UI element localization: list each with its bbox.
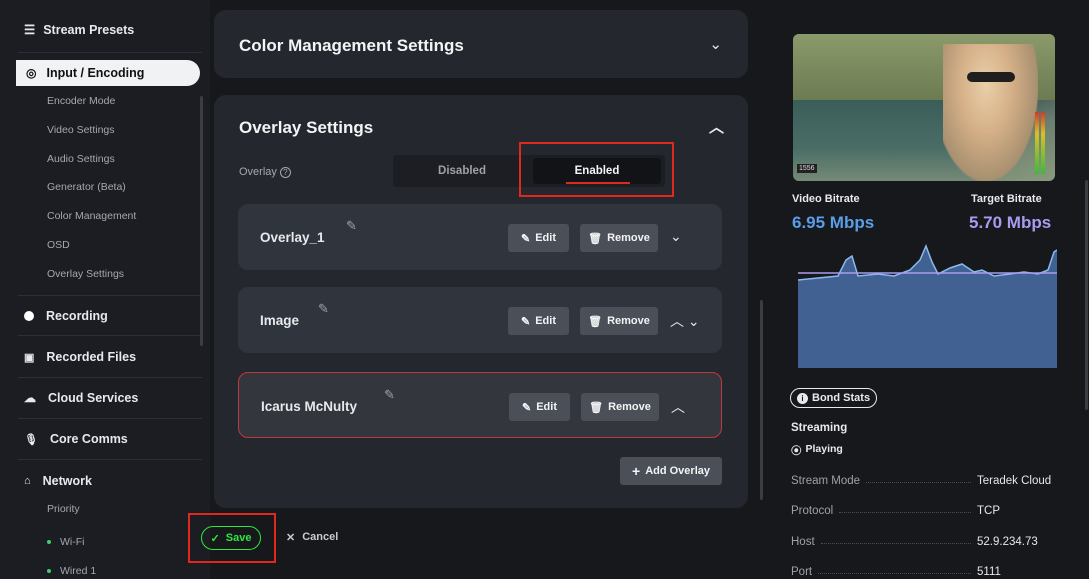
sidebar-divider <box>18 52 202 53</box>
chevron-up-down-icon[interactable]: ︿ ⌄ <box>670 311 700 331</box>
sidebar-item-audio-settings[interactable]: Audio Settings <box>47 153 115 165</box>
sidebar-header-stream-presets[interactable]: ☰ Stream Presets <box>24 22 134 38</box>
add-overlay-button[interactable]: + Add Overlay <box>620 457 722 485</box>
bitrate-graph <box>798 243 1057 368</box>
file-icon: ▣ <box>24 351 35 364</box>
audio-meter-left <box>1035 112 1039 174</box>
sidebar-item-wired-1[interactable]: Wired 1 <box>47 565 96 577</box>
overlay-name: Image <box>260 313 300 328</box>
rename-pencil-icon[interactable]: ✎ <box>384 387 395 403</box>
overlay-item[interactable]: Overlay_1 ✎ ✎ Edit 🗑 Remove ⌄ <box>238 204 722 270</box>
overlay-name: Icarus McNulty <box>261 399 358 414</box>
sidebar-item-generator[interactable]: Generator (Beta) <box>47 181 126 193</box>
stat-row-host: Host 52.9.234.73 <box>791 536 1038 548</box>
sidebar-item-osd[interactable]: OSD <box>47 239 70 251</box>
preview-person <box>943 44 1038 181</box>
bitrate-area <box>798 246 1057 368</box>
remove-button[interactable]: 🗑 Remove <box>581 393 659 421</box>
help-icon[interactable]: ? <box>279 166 291 178</box>
video-bitrate-label: Video Bitrate <box>792 193 860 205</box>
overlay-settings-title: Overlay Settings <box>239 118 374 137</box>
playing-status: ⦿ Playing <box>791 443 843 457</box>
sidebar-item-encoder-mode[interactable]: Encoder Mode <box>47 95 115 107</box>
rename-pencil-icon[interactable]: ✎ <box>318 301 329 317</box>
close-icon: ✕ <box>286 532 296 544</box>
overlay-item[interactable]: Image ✎ ✎ Edit 🗑 Remove ︿ ⌄ <box>238 287 722 353</box>
sidebar-item-recorded-files[interactable]: ▣ Recorded Files <box>24 350 136 364</box>
sidebar-divider <box>18 335 202 336</box>
right-panel-scrollbar[interactable] <box>1085 180 1088 410</box>
chevron-down-icon[interactable]: ⌄ <box>670 228 682 245</box>
overlay-item-selected[interactable]: Icarus McNulty ✎ ✎ Edit 🗑 Remove ︿ <box>238 372 722 438</box>
sidebar: ☰ Stream Presets ◎ Input / Encoding Enco… <box>0 0 210 579</box>
remove-button[interactable]: 🗑 Remove <box>580 224 658 252</box>
network-icon: ⌂ <box>24 475 31 487</box>
sidebar-divider <box>18 459 202 460</box>
chevron-down-icon[interactable]: ⌄ <box>709 35 722 53</box>
sidebar-divider <box>18 377 202 378</box>
sidebar-item-core-comms[interactable]: 🎙 Core Comms <box>24 432 128 446</box>
sidebar-item-overlay-settings[interactable]: Overlay Settings <box>47 268 124 280</box>
trash-icon: 🗑 <box>589 401 604 414</box>
sidebar-item-input-encoding[interactable]: ◎ Input / Encoding <box>16 60 200 86</box>
bond-stats-button[interactable]: i Bond Stats <box>790 388 878 408</box>
stat-row-stream-mode: Stream Mode Teradek Cloud <box>791 475 1052 487</box>
target-bitrate-value: 5.70 Mbps <box>969 213 1052 232</box>
video-timestamp: 1556 <box>797 164 817 173</box>
sidebar-item-network[interactable]: ⌂ Network <box>24 474 92 488</box>
preview-sunglasses <box>967 72 1015 82</box>
stat-row-protocol: Protocol TCP <box>791 505 1000 517</box>
microphone-icon: 🎙 <box>24 433 38 446</box>
video-preview[interactable]: 1556 <box>793 34 1055 181</box>
target-bitrate-label: Target Bitrate <box>971 193 1042 205</box>
edit-button[interactable]: ✎ Edit <box>509 393 570 421</box>
plus-icon: + <box>632 463 641 479</box>
record-dot-icon <box>24 311 34 321</box>
broadcast-icon: ◎ <box>26 66 37 80</box>
rename-pencil-icon[interactable]: ✎ <box>346 218 357 234</box>
toggle-disabled-option[interactable]: Disabled <box>397 158 527 184</box>
sidebar-item-priority[interactable]: Priority <box>47 503 80 515</box>
sidebar-item-cloud-services[interactable]: ☁ Cloud Services <box>24 391 138 405</box>
color-management-title: Color Management Settings <box>239 36 464 55</box>
color-management-card[interactable]: Color Management Settings ⌄ <box>214 10 748 78</box>
status-dot-icon <box>47 569 51 573</box>
stat-row-port: Port 5111 <box>791 566 1001 578</box>
status-dot-icon <box>47 540 51 544</box>
overlay-label: Overlay ? <box>239 166 291 178</box>
sidebar-divider <box>18 295 202 296</box>
info-icon: i <box>797 392 808 404</box>
cloud-icon: ☁ <box>24 391 36 405</box>
sidebar-divider <box>18 418 202 419</box>
broadcast-icon: ⦿ <box>791 445 802 457</box>
trash-icon: 🗑 <box>588 315 603 328</box>
sidebar-scrollbar[interactable] <box>200 96 203 346</box>
video-bitrate-value: 6.95 Mbps <box>792 213 875 232</box>
edit-button[interactable]: ✎ Edit <box>508 224 569 252</box>
overlay-name: Overlay_1 <box>260 230 325 245</box>
sidebar-item-wifi[interactable]: Wi-Fi <box>47 536 85 548</box>
pencil-icon: ✎ <box>521 315 531 328</box>
edit-button[interactable]: ✎ Edit <box>508 307 569 335</box>
streaming-label: Streaming <box>791 422 848 434</box>
main-scrollbar[interactable] <box>760 300 763 500</box>
list-icon: ☰ <box>24 23 36 37</box>
sidebar-item-color-management[interactable]: Color Management <box>47 210 136 222</box>
annotation-highlight-box <box>188 513 276 563</box>
sidebar-item-video-settings[interactable]: Video Settings <box>47 124 115 136</box>
sidebar-item-recording[interactable]: Recording <box>24 309 108 323</box>
chevron-up-icon[interactable]: ︿ <box>709 116 724 137</box>
chevron-up-icon[interactable]: ︿ <box>671 397 685 417</box>
remove-button[interactable]: 🗑 Remove <box>580 307 658 335</box>
annotation-highlight-box <box>519 142 674 197</box>
cancel-button[interactable]: ✕ Cancel <box>286 531 338 544</box>
pencil-icon: ✎ <box>521 232 531 245</box>
pencil-icon: ✎ <box>522 401 532 414</box>
trash-icon: 🗑 <box>588 232 603 245</box>
audio-meter-right <box>1041 112 1045 174</box>
